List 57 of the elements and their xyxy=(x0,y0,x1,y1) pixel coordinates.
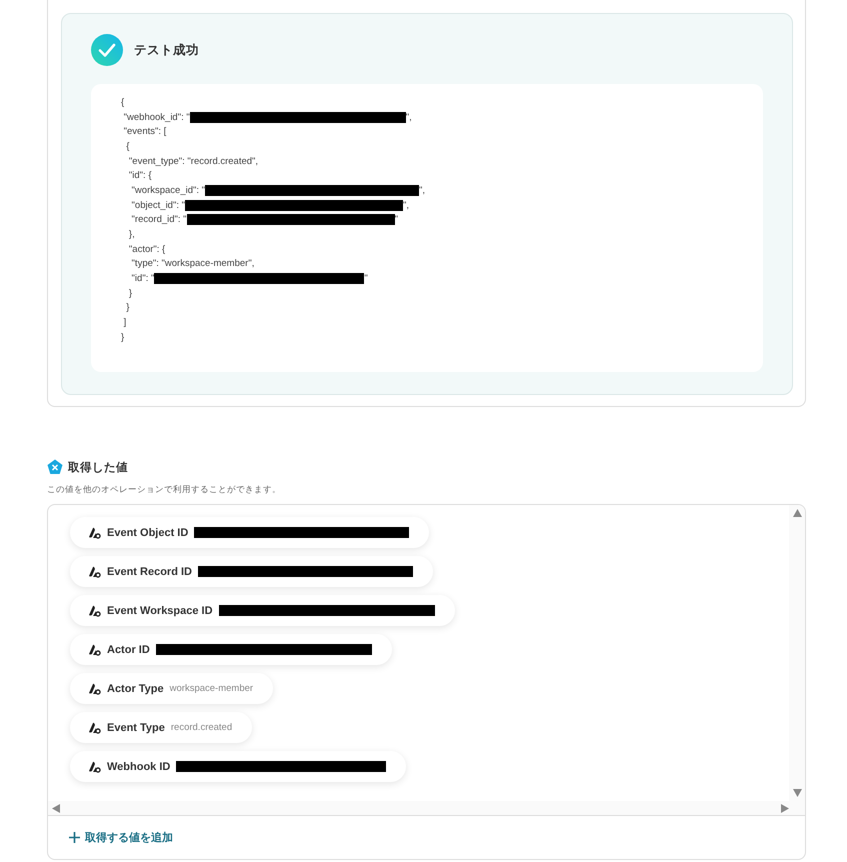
vertical-scrollbar[interactable] xyxy=(789,505,805,801)
value-text: workspace-member xyxy=(170,683,254,694)
code-line: { xyxy=(125,140,130,152)
code-line: "actor": { xyxy=(128,244,166,255)
attribute-icon xyxy=(87,526,101,538)
section-title: 取得した値 xyxy=(68,460,128,474)
value-chip[interactable]: Actor ID xyxy=(70,634,392,665)
code-punctuation: " xyxy=(394,214,398,226)
code-punctuation: ", xyxy=(406,112,412,123)
value-label: Webhook ID xyxy=(107,760,170,772)
section-description: この値を他のオペレーションで利用することができます。 xyxy=(47,484,282,496)
value-label: Event Object ID xyxy=(107,526,188,538)
code-line: "type": "workspace-member", xyxy=(130,258,254,270)
code-line: ] xyxy=(122,317,126,328)
scroll-down-icon[interactable] xyxy=(792,789,802,797)
attribute-icon xyxy=(87,760,101,772)
value-chip[interactable]: Event Object ID xyxy=(70,517,430,548)
code-line: "webhook_id": " xyxy=(122,112,190,123)
plus-icon xyxy=(69,832,80,843)
value-text: record.created xyxy=(170,722,232,733)
code-line: { xyxy=(121,96,124,108)
value-chip[interactable]: Event Type record.created xyxy=(70,712,252,743)
scroll-right-icon[interactable] xyxy=(781,804,789,812)
scroll-left-icon[interactable] xyxy=(52,804,60,812)
code-line: "object_id": " xyxy=(130,200,185,211)
value-chip[interactable]: Event Record ID xyxy=(70,556,433,587)
code-line: "event_type": "record.created", xyxy=(128,156,258,167)
code-line: } xyxy=(125,302,130,314)
attribute-icon xyxy=(87,604,101,616)
code-line: "id": { xyxy=(128,170,152,182)
attribute-icon xyxy=(87,566,101,578)
scroll-up-icon[interactable] xyxy=(792,509,802,517)
attribute-icon xyxy=(87,722,101,734)
value-label: Actor Type xyxy=(107,682,164,694)
attribute-icon xyxy=(87,682,101,694)
code-line: "id": " xyxy=(130,273,154,284)
value-label: Event Type xyxy=(107,722,165,734)
value-label: Event Record ID xyxy=(107,566,192,578)
attribute-icon xyxy=(87,644,101,656)
code-punctuation: ", xyxy=(402,200,409,211)
horizontal-scrollbar[interactable] xyxy=(48,801,805,815)
value-chip[interactable]: Webhook ID xyxy=(70,751,406,782)
value-chip[interactable]: Actor Type workspace-member xyxy=(70,673,274,704)
code-line: }, xyxy=(128,229,135,240)
code-line: "record_id": " xyxy=(130,214,187,226)
value-label: Actor ID xyxy=(107,644,150,656)
variable-icon xyxy=(47,459,63,475)
code-line: } xyxy=(128,288,132,299)
code-line: "events": [ xyxy=(122,126,166,138)
code-line: } xyxy=(121,332,124,343)
add-value-button[interactable]: 取得する値を追加 xyxy=(69,830,173,845)
code-punctuation: " xyxy=(364,273,368,284)
value-chip[interactable]: Event Workspace ID xyxy=(70,595,455,626)
code-line: "workspace_id": " xyxy=(130,184,206,196)
status-title: テスト成功 xyxy=(134,42,199,58)
code-punctuation: ", xyxy=(419,184,426,196)
value-label: Event Workspace ID xyxy=(107,604,213,616)
